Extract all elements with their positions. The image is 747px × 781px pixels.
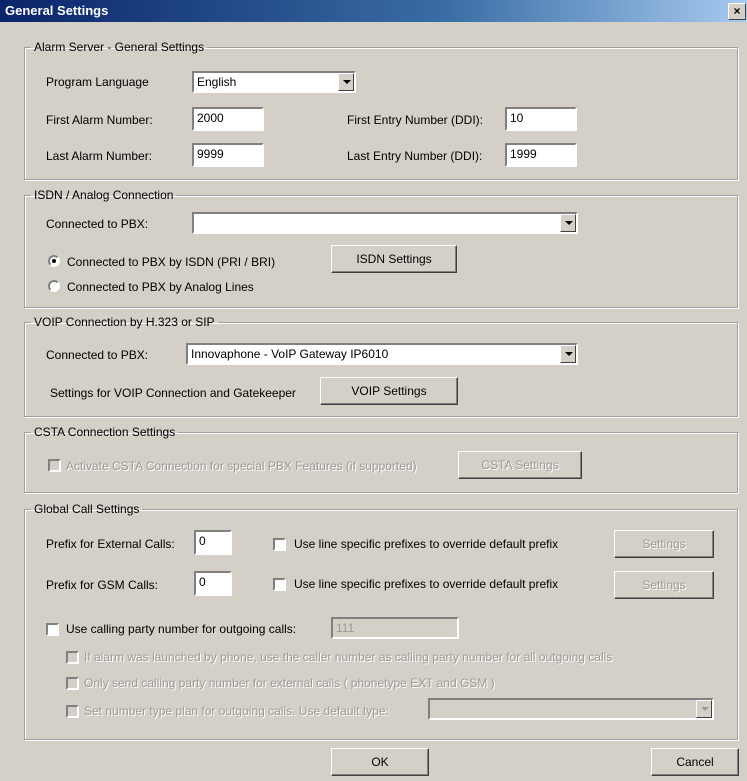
first-entry-label: First Entry Number (DDI): [347,113,484,127]
voip-settings-button-label: VOIP Settings [351,384,427,398]
ok-button-label: OK [371,755,389,769]
prefix-gsm-label: Prefix for GSM Calls: [46,578,159,592]
program-language-label: Program Language [46,75,149,89]
number-type-select[interactable] [428,698,714,720]
calling-party-checkbox[interactable] [46,623,59,636]
radio-isdn[interactable] [48,255,60,267]
group-alarm-server-legend: Alarm Server - General Settings [34,40,205,54]
ok-button[interactable]: OK [331,748,429,776]
csta-activate-label: Activate CSTA Connection for special PBX… [66,459,417,473]
voip-pbx-select[interactable]: Innovaphone - VoIP Gateway IP6010 [186,343,578,365]
first-entry-input[interactable]: 10 [505,107,577,131]
prefix-settings-button-1[interactable]: Settings [614,530,714,558]
last-entry-input[interactable]: 1999 [505,143,577,167]
program-language-value: English [197,75,237,89]
first-alarm-input[interactable]: 2000 [192,107,264,131]
calling-party-input[interactable]: 111 [331,617,459,639]
last-alarm-input[interactable]: 9999 [192,143,264,167]
prefix-gsm-input[interactable]: 0 [194,571,232,596]
chevron-down-icon[interactable] [338,73,354,91]
radio-isdn-label[interactable]: Connected to PBX by ISDN (PRI / BRI) [67,255,275,269]
group-voip-legend: VOIP Connection by H.323 or SIP [34,315,215,329]
sub-option-label-2: Only send calling party number for exter… [84,676,495,690]
close-icon: × [733,4,741,18]
voip-pbx-value: Innovaphone - VoIP Gateway IP6010 [191,347,389,361]
sub-option-checkbox-2[interactable] [66,677,79,690]
close-button[interactable]: × [728,3,746,20]
program-language-select[interactable]: English [192,71,356,93]
sub-option-checkbox-3[interactable] [66,705,79,718]
csta-settings-button-label: CSTA Settings [481,458,559,472]
radio-analog[interactable] [48,280,60,292]
line-specific-label-2: Use line specific prefixes to override d… [294,577,559,591]
cancel-button-label: Cancel [676,755,714,769]
prefix-external-label: Prefix for External Calls: [46,537,175,551]
chevron-down-icon[interactable] [560,345,576,363]
prefix-settings-button-2-label: Settings [642,578,686,592]
csta-settings-button[interactable]: CSTA Settings [458,451,582,479]
group-csta-legend: CSTA Connection Settings [34,425,176,439]
isdn-pbx-select[interactable] [192,212,578,234]
isdn-connected-label: Connected to PBX: [46,217,149,231]
radio-analog-label[interactable]: Connected to PBX by Analog Lines [67,280,254,294]
sub-option-checkbox-1[interactable] [66,651,79,664]
prefix-external-input[interactable]: 0 [194,530,232,555]
voip-settings-button[interactable]: VOIP Settings [320,377,458,405]
isdn-settings-button-label: ISDN Settings [356,252,432,266]
chevron-down-icon[interactable] [696,700,712,718]
first-alarm-label: First Alarm Number: [46,113,153,127]
cancel-button[interactable]: Cancel [651,748,739,776]
prefix-settings-button-2[interactable]: Settings [614,571,714,599]
chevron-down-icon[interactable] [560,214,576,232]
sub-option-label-3: Set number type plan for outgoing calls.… [84,704,389,718]
line-specific-label-1: Use line specific prefixes to override d… [294,537,559,551]
calling-party-label: Use calling party number for outgoing ca… [66,622,297,636]
sub-option-label-1: If alarm was launched by phone, use the … [84,650,613,664]
prefix-settings-button-1-label: Settings [642,537,686,551]
csta-activate-checkbox[interactable] [48,459,61,472]
voip-settings-label: Settings for VOIP Connection and Gatekee… [50,386,296,400]
line-specific-checkbox-2[interactable] [273,578,286,591]
window-title: General Settings [5,3,109,18]
group-global-call-legend: Global Call Settings [34,502,140,516]
line-specific-checkbox-1[interactable] [273,538,286,551]
last-alarm-label: Last Alarm Number: [46,149,153,163]
voip-connected-label: Connected to PBX: [46,348,149,362]
group-isdn-analog-legend: ISDN / Analog Connection [34,188,174,202]
last-entry-label: Last Entry Number (DDI): [347,149,483,163]
isdn-settings-button[interactable]: ISDN Settings [331,245,457,273]
title-bar: General Settings × [0,0,747,22]
